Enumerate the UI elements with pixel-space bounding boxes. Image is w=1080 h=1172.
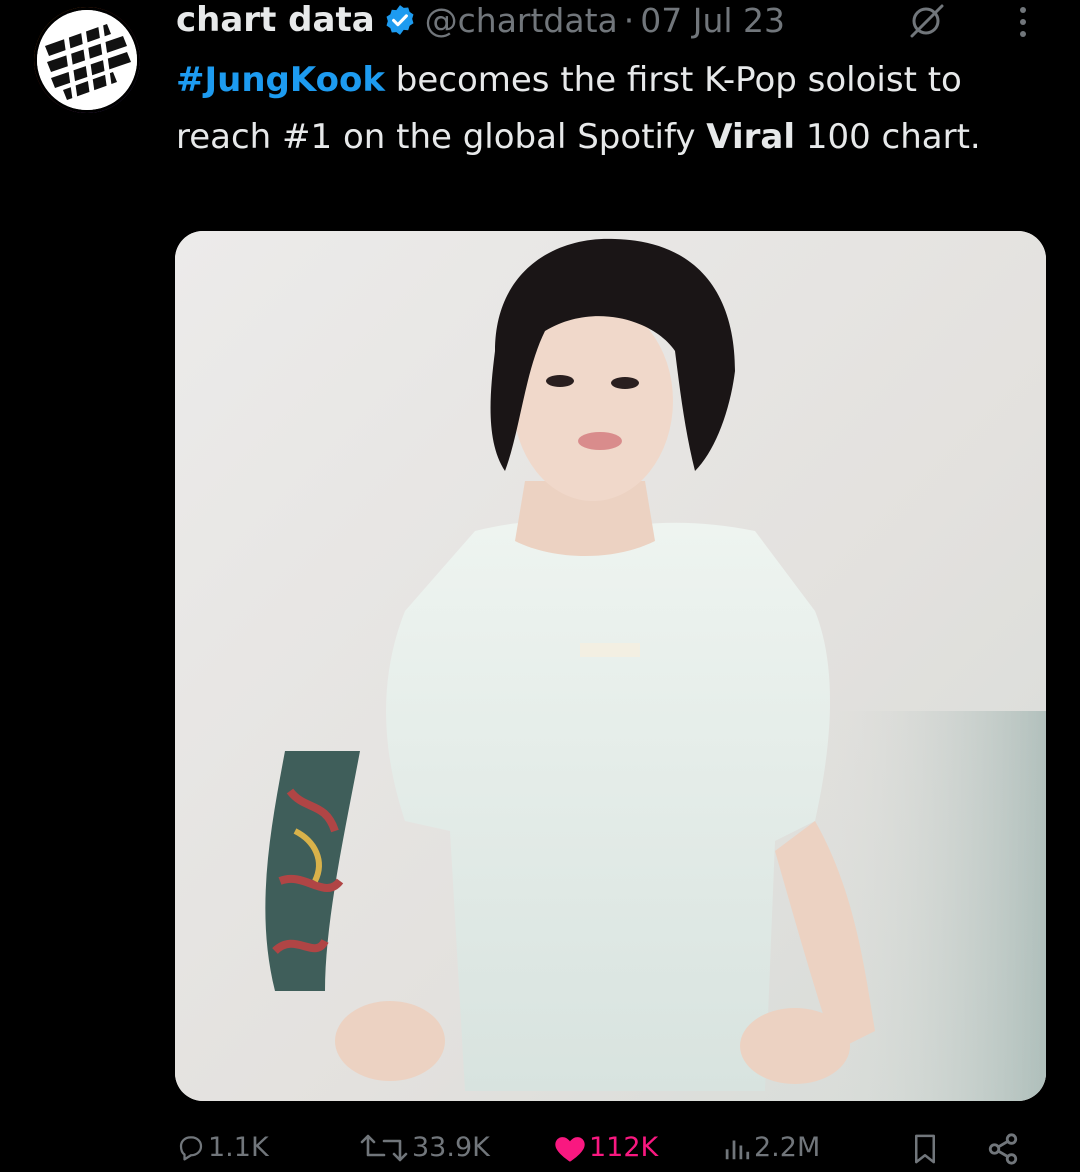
- heart-filled-icon: [555, 1136, 585, 1162]
- more-options-icon[interactable]: [1014, 4, 1032, 40]
- repost-count: 33.9K: [412, 1132, 490, 1163]
- tweet-text-bold: Viral: [706, 117, 796, 157]
- tweet-text: #JungKook becomes the first K-Pop solois…: [176, 52, 1036, 166]
- views-button[interactable]: 2.2M: [722, 1132, 820, 1163]
- chart-data-logo-icon: [37, 10, 137, 110]
- repost-icon: [360, 1134, 408, 1161]
- like-button[interactable]: 112K: [553, 1132, 658, 1163]
- bookmark-icon: [915, 1134, 935, 1164]
- repost-button[interactable]: 33.9K: [358, 1132, 490, 1163]
- share-icon: [988, 1133, 1018, 1165]
- author-display-name[interactable]: chart data: [176, 0, 375, 40]
- tweet-actions: 1.1K 33.9K 112K 2.2M: [0, 1126, 1080, 1172]
- reply-count: 1.1K: [208, 1132, 269, 1163]
- tweet-photo[interactable]: [175, 231, 1046, 1101]
- bookmark-button[interactable]: [910, 1132, 940, 1166]
- tweet-text-part2: 100 chart.: [795, 117, 981, 157]
- share-button[interactable]: [986, 1132, 1020, 1166]
- tweet-date[interactable]: 07 Jul 23: [640, 1, 785, 40]
- reply-button[interactable]: 1.1K: [176, 1132, 269, 1163]
- grok-icon[interactable]: [906, 4, 948, 38]
- views-count: 2.2M: [754, 1132, 821, 1163]
- hashtag-link[interactable]: #JungKook: [176, 60, 385, 100]
- separator-dot: ·: [623, 0, 635, 40]
- views-icon: [725, 1140, 750, 1159]
- verified-badge-icon: [386, 5, 414, 35]
- photo-image: [175, 231, 1046, 1101]
- like-count: 112K: [589, 1132, 659, 1163]
- avatar[interactable]: [37, 10, 137, 110]
- reply-icon: [179, 1135, 203, 1160]
- tweet-header: chart data @chartdata · 07 Jul 23: [176, 0, 785, 40]
- author-handle[interactable]: @chartdata: [425, 1, 618, 40]
